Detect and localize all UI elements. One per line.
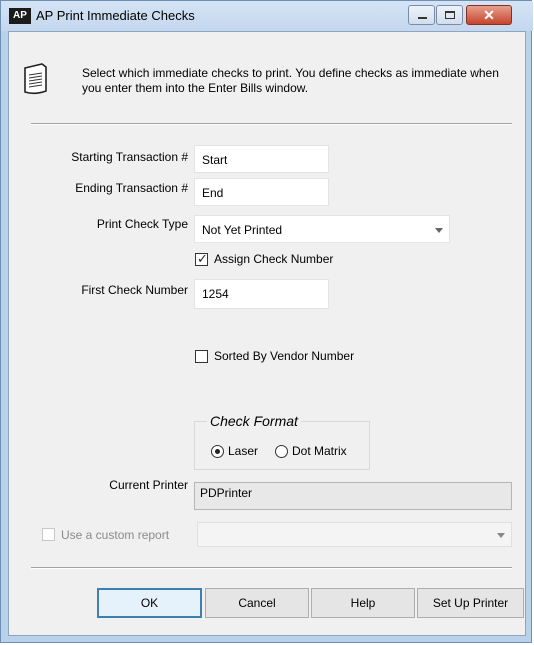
print-check-type-value: Not Yet Printed	[202, 223, 283, 237]
assign-check-number-label: Assign Check Number	[214, 252, 334, 266]
maximize-button[interactable]	[436, 5, 463, 25]
starting-transaction-field[interactable]: Start	[194, 145, 329, 173]
dot-matrix-radio[interactable]	[275, 445, 288, 458]
checkmark-icon: ✓	[197, 251, 208, 266]
cancel-button[interactable]: Cancel	[205, 588, 309, 618]
sorted-by-vendor-checkbox[interactable]	[195, 350, 208, 363]
first-check-number-label: First Check Number	[81, 283, 188, 297]
document-icon	[24, 63, 47, 95]
print-check-type-label: Print Check Type	[96, 217, 188, 231]
minimize-button[interactable]	[408, 5, 435, 25]
sorted-by-vendor-label: Sorted By Vendor Number	[214, 349, 355, 363]
title-bar[interactable]: AP AP Print Immediate Checks ✕	[1, 1, 533, 31]
help-button[interactable]: Help	[311, 588, 415, 618]
divider-bottom	[31, 567, 512, 569]
custom-report-dropdown[interactable]	[197, 522, 512, 547]
radio-selected-dot	[215, 449, 220, 454]
custom-report-label: Use a custom report	[61, 528, 170, 542]
check-format-legend: Check Format	[207, 413, 301, 429]
ending-transaction-field[interactable]: End	[194, 178, 329, 206]
current-printer-field: PDPrinter	[194, 482, 512, 510]
laser-radio[interactable]	[211, 445, 224, 458]
ok-button[interactable]: OK	[97, 588, 202, 618]
assign-check-number-checkbox[interactable]: ✓	[195, 251, 208, 266]
close-button[interactable]: ✕	[466, 5, 512, 25]
current-printer-label: Current Printer	[109, 478, 188, 492]
dot-matrix-label: Dot Matrix	[292, 444, 347, 458]
set-up-printer-button[interactable]: Set Up Printer	[417, 588, 524, 618]
divider-top	[31, 123, 512, 125]
starting-transaction-label: Starting Transaction #	[71, 150, 188, 164]
window-title: AP Print Immediate Checks	[36, 8, 195, 23]
first-check-number-field[interactable]: 1254	[194, 279, 329, 309]
chevron-down-icon	[435, 228, 443, 233]
custom-report-checkbox[interactable]	[42, 528, 55, 541]
laser-label: Laser	[228, 444, 259, 458]
print-check-type-dropdown[interactable]: Not Yet Printed	[194, 215, 450, 243]
maximize-icon	[445, 11, 455, 19]
chevron-down-icon	[497, 533, 505, 538]
minimize-icon	[418, 17, 427, 19]
info-text: Select which immediate checks to print. …	[82, 66, 499, 95]
ending-transaction-label: Ending Transaction #	[75, 181, 188, 195]
app-icon: AP	[9, 8, 31, 24]
close-icon: ✕	[483, 7, 495, 23]
